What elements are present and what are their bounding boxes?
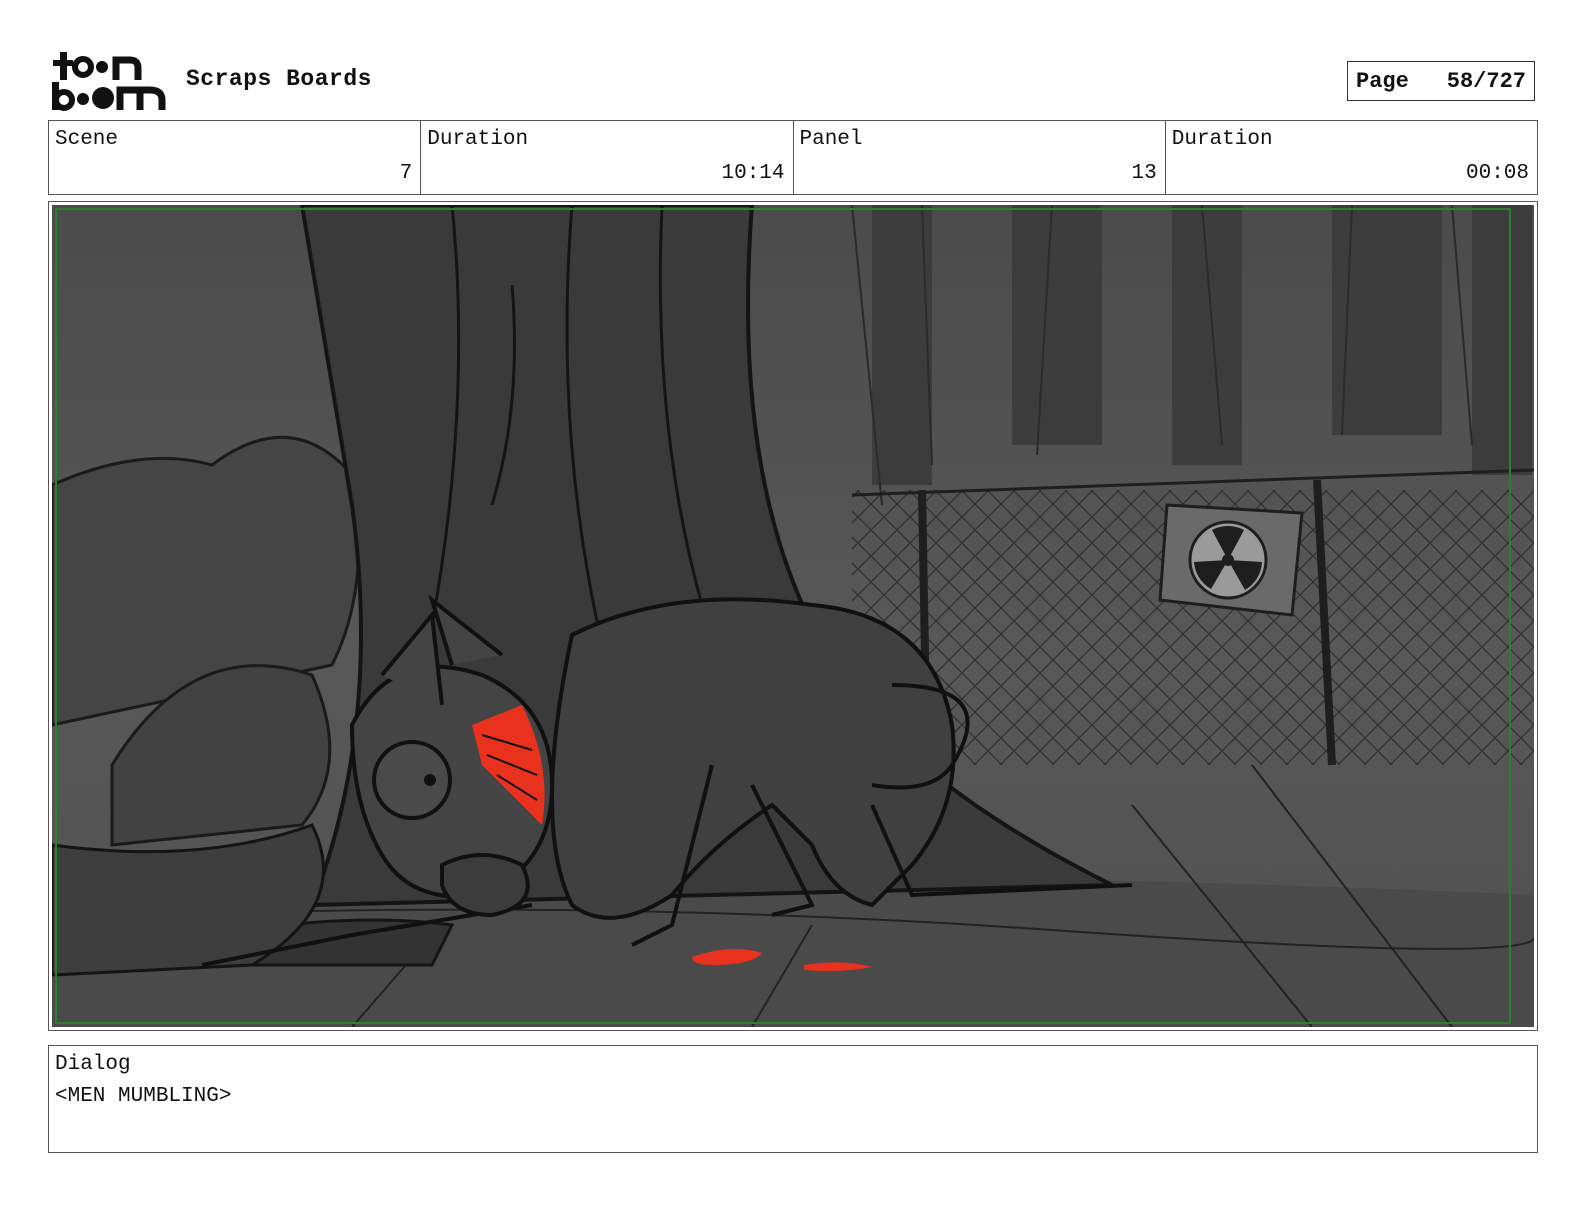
panel-duration-label: Duration — [1171, 128, 1273, 151]
dialog-box: Dialog <MEN MUMBLING> — [48, 1045, 1538, 1153]
panel-cell: Panel 13 — [794, 121, 1166, 194]
page-label: Page — [1356, 68, 1409, 94]
project-title: Scraps Boards — [186, 66, 372, 92]
dialog-label: Dialog — [55, 1053, 131, 1076]
toon-boom-logo — [50, 50, 166, 112]
panel-duration-value: 00:08 — [1465, 162, 1529, 185]
scene-duration-value: 10:14 — [721, 162, 785, 185]
panel-label: Panel — [799, 128, 863, 151]
storyboard-sketch — [52, 205, 1534, 1027]
panel-duration-cell: Duration 00:08 — [1166, 121, 1537, 194]
storyboard-panel-frame — [48, 201, 1538, 1031]
scene-duration-cell: Duration 10:14 — [421, 121, 794, 194]
page-number: 58/727 — [1446, 68, 1526, 94]
scene-label: Scene — [55, 128, 119, 151]
page-indicator: Page 58/727 — [1347, 61, 1535, 101]
dialog-text: <MEN MUMBLING> — [55, 1085, 232, 1108]
panel-number: 13 — [1131, 162, 1157, 185]
scene-cell: Scene 7 — [49, 121, 422, 194]
scene-duration-label: Duration — [427, 128, 529, 151]
panel-info-row: Scene 7 Duration 10:14 Panel 13 Duration… — [48, 120, 1538, 195]
radiation-sign-icon — [1158, 503, 1304, 617]
scene-number: 7 — [399, 162, 413, 185]
